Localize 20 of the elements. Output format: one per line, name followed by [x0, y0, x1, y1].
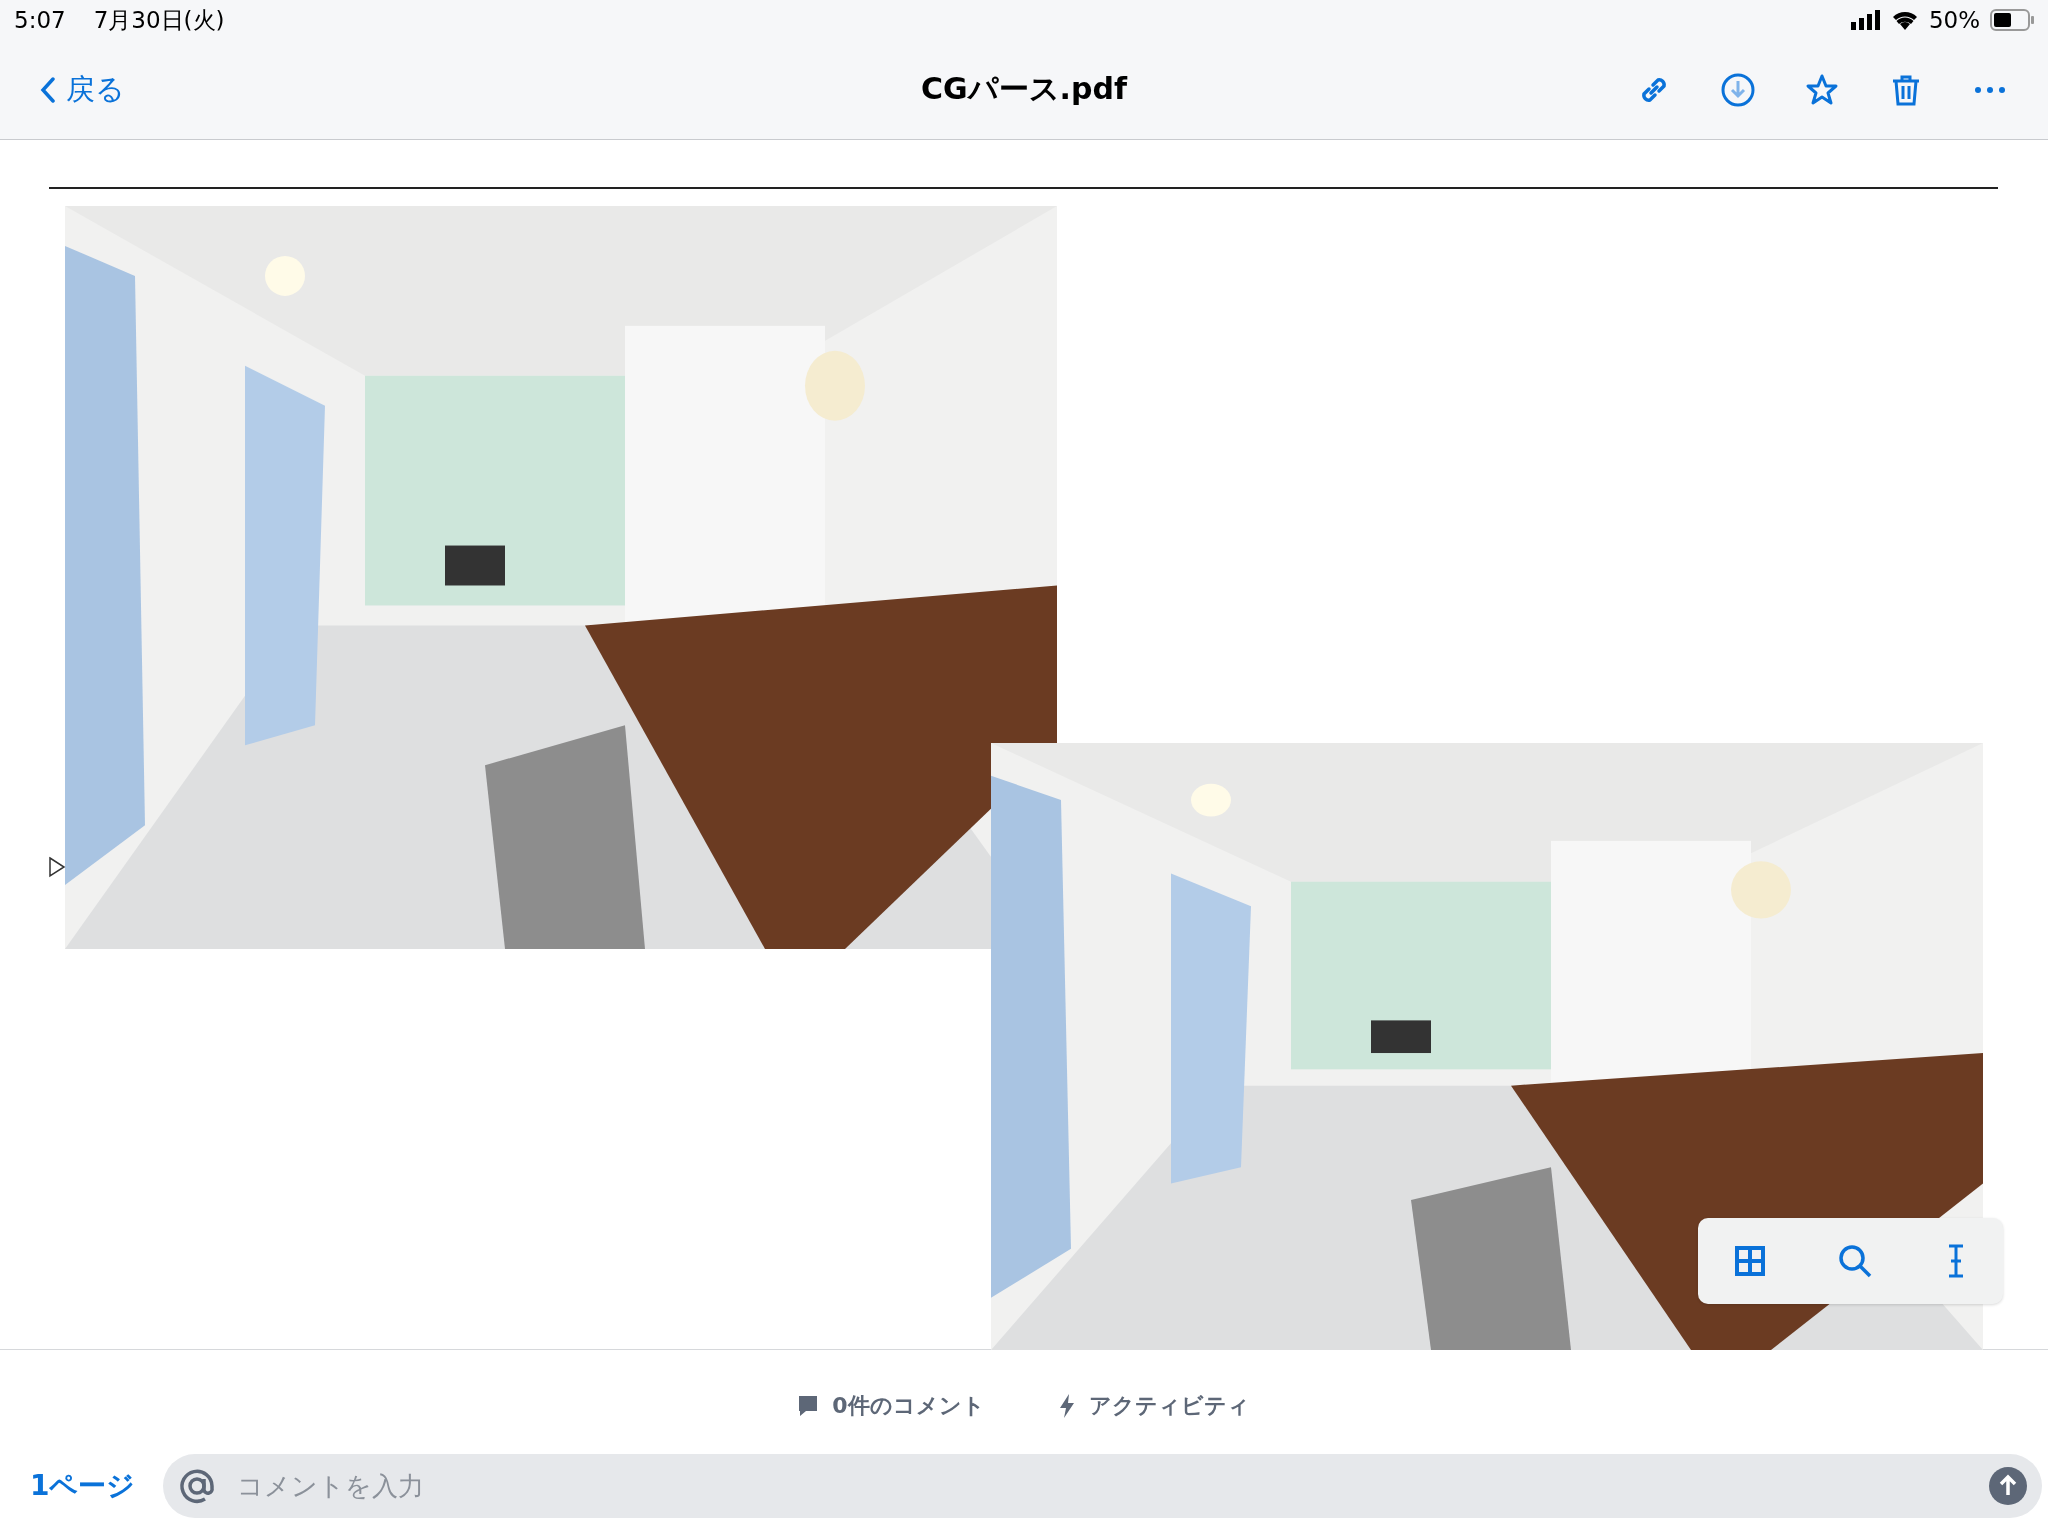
- status-date: 7月30日(火): [93, 5, 225, 35]
- comments-tab[interactable]: 0件のコメント: [792, 1380, 991, 1432]
- comment-bar[interactable]: コメントを入力: [163, 1454, 2042, 1518]
- comment-field[interactable]: コメントを入力: [235, 1470, 1970, 1502]
- chevron-left-icon[interactable]: [40, 76, 56, 103]
- comment-icon[interactable]: [798, 1395, 819, 1417]
- search-icon[interactable]: [1838, 1244, 1873, 1278]
- battery-icon: [1990, 9, 2034, 31]
- status-time: 5:07: [14, 7, 66, 33]
- signal-icon: [1850, 10, 1881, 30]
- send-icon[interactable]: [1988, 1466, 2028, 1506]
- activity-tab[interactable]: アクティビティ: [1052, 1380, 1256, 1432]
- document-title: CGパース.pdf: [921, 70, 1127, 108]
- play-triangle-icon: [48, 856, 66, 878]
- grid-icon[interactable]: [1734, 1246, 1765, 1276]
- page-button[interactable]: 1ページ: [30, 1467, 136, 1505]
- download-icon[interactable]: [1720, 71, 1756, 108]
- lightning-icon[interactable]: [1058, 1394, 1075, 1418]
- back-button[interactable]: 戻る: [40, 69, 125, 110]
- battery-percent: 50%: [1928, 7, 1980, 33]
